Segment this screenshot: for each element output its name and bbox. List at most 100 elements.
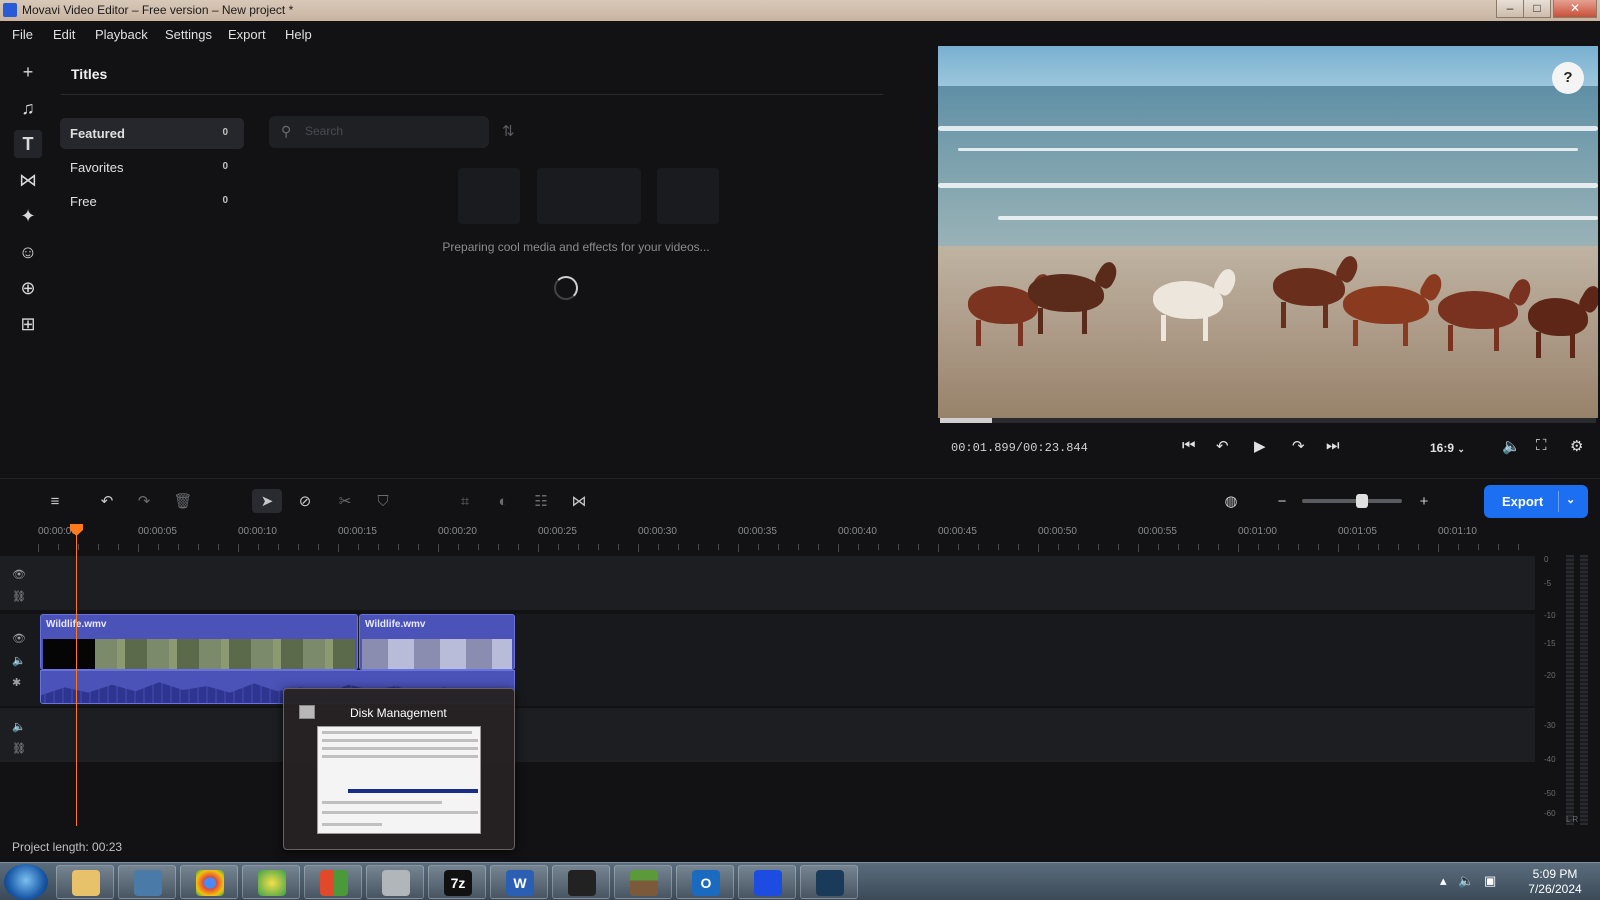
menu-edit[interactable]: Edit [53,27,75,42]
select-tool-icon[interactable]: ➤ [252,489,282,513]
category-count: 0 [222,161,228,172]
horse [1273,268,1345,328]
meter-label: -40 [1544,755,1556,764]
menu-playback[interactable]: Playback [95,27,148,42]
playhead[interactable] [76,526,77,826]
zoom-out-icon[interactable]: − [1270,489,1294,513]
settings-gear-icon[interactable]: ⚙ [1570,437,1583,455]
add-track-icon[interactable]: ≡ [43,489,67,513]
fullscreen-icon[interactable]: ⛶ [1536,437,1547,454]
link-icon[interactable]: ⛓ [12,590,26,603]
category-favorites[interactable]: Favorites 0 [60,152,244,183]
zoom-in-icon[interactable]: + [1412,489,1436,513]
close-button[interactable]: ✕ [1553,0,1597,18]
redo-icon[interactable]: ↷ [132,489,156,513]
undo-icon[interactable]: ↶ [95,489,119,513]
filters-icon[interactable]: ✦ [14,202,42,230]
menu-settings[interactable]: Settings [165,27,212,42]
meter-bar [1580,555,1588,825]
video-clip[interactable]: Wildlife.wmv [359,614,515,670]
eye-icon[interactable]: 👁 [12,632,26,645]
ruler-tick [1018,544,1019,550]
skip-to-end-icon[interactable]: ⏭ [1326,437,1340,454]
eye-icon[interactable]: 👁 [12,568,26,581]
maximize-button[interactable]: □ [1523,0,1551,18]
thumbnail-row [322,755,478,758]
taskbar-app-network[interactable] [242,865,300,899]
start-button[interactable] [4,864,48,900]
more-tools-icon[interactable]: ⊞ [14,310,42,338]
chevron-down-icon[interactable]: ⌄ [1566,493,1575,506]
crop-icon[interactable]: ⌗ [453,489,477,513]
taskbar-preview-popup[interactable]: Disk Management [283,688,515,850]
ruler-tick [758,544,759,550]
skip-to-start-icon[interactable]: ⏮ [1182,437,1196,454]
transition-wizard-icon[interactable]: ⋈ [567,489,591,513]
titles-icon[interactable]: T [14,130,42,158]
taskbar-app-minecraft[interactable] [614,865,672,899]
zoom-slider[interactable] [1302,494,1402,508]
color-adjust-icon[interactable]: ◐ [491,489,515,513]
timeline-ruler[interactable]: 00:00:00 00:00:05 00:00:10 00:00:15 00:00:20… [0,522,1535,552]
lock-icon[interactable]: ✱ [12,676,21,689]
taskbar-app-file-explorer[interactable] [56,865,114,899]
play-icon[interactable]: ▶ [1254,437,1266,455]
clip-properties-icon[interactable]: ☷ [529,489,553,513]
menu-export[interactable]: Export [228,27,266,42]
music-icon[interactable]: ♫ [14,94,42,122]
aspect-ratio-select[interactable]: 16:9 ⌄ [1430,441,1465,455]
sort-icon[interactable]: ⇅ [502,122,515,140]
window-thumbnail[interactable] [317,726,481,834]
step-back-icon[interactable]: ↶ [1216,437,1229,455]
stickers-icon[interactable]: ☺ [14,238,42,266]
menu-file[interactable]: File [12,27,33,42]
voiceover-icon[interactable]: ◍ [1219,489,1243,513]
taskbar-app-disk-management[interactable] [366,865,424,899]
minimize-button[interactable]: – [1496,0,1524,18]
magnet-icon[interactable]: ⊘ [293,489,317,513]
transitions-icon[interactable]: ⋈ [14,166,42,194]
audio-track[interactable]: 🔈 ⛓ [0,708,1535,762]
track-header: 👁 🔈 ✱ [0,614,38,706]
taskbar-app-office[interactable] [304,865,362,899]
video-clip[interactable]: Wildlife.wmv [40,614,358,670]
category-free[interactable]: Free 0 [60,186,244,217]
export-button[interactable]: Export ⌄ [1484,485,1588,518]
taskbar-app-steam[interactable] [800,865,858,899]
taskbar-app-chrome[interactable] [180,865,238,899]
taskbar-app-obs[interactable] [552,865,610,899]
clock-time: 5:09 PM [1532,867,1578,881]
search-box[interactable]: ⚲ [269,116,489,148]
zoom-slider-handle[interactable] [1356,494,1368,508]
speaker-icon[interactable]: 🔈 [12,720,26,733]
clock[interactable]: 5:09 PM 7/26/2024 [1520,867,1590,897]
step-forward-icon[interactable]: ↷ [1292,437,1305,455]
marker-icon[interactable]: ⛉ [371,489,395,513]
clip-name: Wildlife.wmv [365,619,426,630]
taskbar-app-movavi[interactable] [738,865,796,899]
video-preview[interactable]: ? [938,46,1598,418]
taskbar-app-7zip[interactable]: 7z [428,865,486,899]
ruler-tick [1258,544,1259,550]
link-icon[interactable]: ⛓ [12,742,26,755]
taskbar-app-computer[interactable] [118,865,176,899]
speaker-icon[interactable]: 🔈 [12,654,26,667]
category-featured[interactable]: Featured 0 [60,118,244,149]
taskbar-app-outlook[interactable]: O [676,865,734,899]
playback-progress-bar[interactable] [940,418,1596,423]
title-track[interactable]: 👁 ⛓ [0,556,1535,610]
system-tray: ▴ 🔈 ▣ [1440,873,1496,889]
delete-icon[interactable]: 🗑 [171,489,195,513]
menu-help[interactable]: Help [285,27,312,42]
taskbar-app-word[interactable]: W [490,865,548,899]
show-hidden-icons-icon[interactable]: ▴ [1440,873,1447,888]
add-files-icon[interactable]: + [14,58,42,86]
volume-icon[interactable]: 🔈 [1502,437,1521,455]
search-input[interactable] [305,124,475,138]
store-icon[interactable]: ⊕ [14,274,42,302]
thumbnail-partition-bar [348,789,478,793]
volume-tray-icon[interactable]: 🔈 [1458,873,1474,888]
network-tray-icon[interactable]: ▣ [1484,873,1496,888]
cut-icon[interactable]: ✂ [333,489,357,513]
help-icon[interactable]: ? [1552,62,1584,94]
